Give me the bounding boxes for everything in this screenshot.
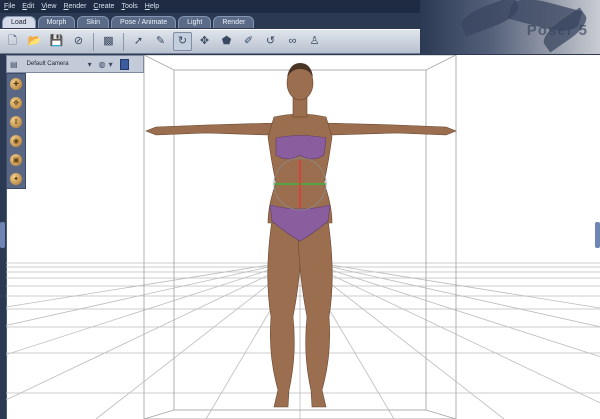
menu-item-view[interactable]: View <box>41 3 56 10</box>
stop-icon[interactable]: ⊘ <box>69 32 88 51</box>
chevron-down-icon[interactable]: ▾ <box>109 60 113 69</box>
camera-controls: ▤ Default Camera ▾ ◍ ▾ <box>6 55 144 73</box>
figure-icon[interactable]: ♙ <box>305 32 324 51</box>
document-icon[interactable] <box>119 58 129 70</box>
tab-render[interactable]: Render <box>213 16 255 28</box>
tab-light[interactable]: Light <box>178 16 212 28</box>
tab-morph[interactable]: Morph <box>37 16 76 28</box>
morph-icon[interactable]: ⬟ <box>217 32 236 51</box>
menu-item-file[interactable]: File <box>4 3 15 10</box>
scene-render[interactable] <box>6 55 600 419</box>
twist-icon[interactable]: ↺ <box>261 32 280 51</box>
scene-icon[interactable]: ▩ <box>99 32 118 51</box>
left-panel-handle[interactable] <box>0 222 5 248</box>
paint-icon[interactable]: ✐ <box>239 32 258 51</box>
camera-tool-column: ✚ ✥ ⇕ ◉ ▣ ✦ <box>6 73 26 189</box>
select-arrow-icon[interactable]: ➚ <box>129 32 148 51</box>
light-icon[interactable]: ✦ <box>10 172 22 185</box>
room-tabs: Load Morph Skin Pose / Animate Light Render <box>2 16 255 29</box>
new-icon[interactable]: 🗋 <box>3 32 22 51</box>
header-decoration: Poser 5 <box>420 0 600 54</box>
menu-item-create[interactable]: Create <box>93 3 114 10</box>
chevron-down-icon[interactable]: ▾ <box>88 60 92 69</box>
trackball-icon[interactable]: ✚ <box>10 77 22 90</box>
brand-logo: Poser 5 <box>526 22 588 39</box>
figure-model[interactable] <box>145 63 457 408</box>
toolbar-separator <box>93 32 94 51</box>
move-xy-icon[interactable]: ✥ <box>10 96 22 109</box>
camera-select[interactable]: Default Camera <box>27 61 69 67</box>
tab-load[interactable]: Load <box>2 16 36 28</box>
tab-pose-animate[interactable]: Pose / Animate <box>111 16 177 28</box>
menu-item-edit[interactable]: Edit <box>22 3 34 10</box>
main-toolbar: 🗋 📂 💾 ⊘ ▩ ➚ ✎ ↻ ✥ ⬟ ✐ ↺ ∞ ♙ <box>0 29 420 54</box>
open-icon[interactable]: 📂 <box>25 32 44 51</box>
move-icon[interactable]: ✥ <box>195 32 214 51</box>
move-xz-icon[interactable]: ⇕ <box>10 115 22 128</box>
menu-item-tools[interactable]: Tools <box>121 3 137 10</box>
scale-icon[interactable]: ◉ <box>10 134 22 147</box>
rotate-icon[interactable]: ↻ <box>173 32 192 51</box>
frame-icon[interactable]: ▣ <box>10 153 22 166</box>
menu-item-help[interactable]: Help <box>145 3 159 10</box>
brush-icon[interactable]: ✎ <box>151 32 170 51</box>
menu-item-render[interactable]: Render <box>63 3 86 10</box>
toolbar-separator <box>123 32 124 51</box>
globe-icon[interactable]: ◍ <box>99 60 106 69</box>
camera-menu-icon[interactable]: ▤ <box>10 60 18 69</box>
link-icon[interactable]: ∞ <box>283 32 302 51</box>
tab-skin[interactable]: Skin <box>77 16 110 28</box>
save-icon[interactable]: 💾 <box>47 32 66 51</box>
